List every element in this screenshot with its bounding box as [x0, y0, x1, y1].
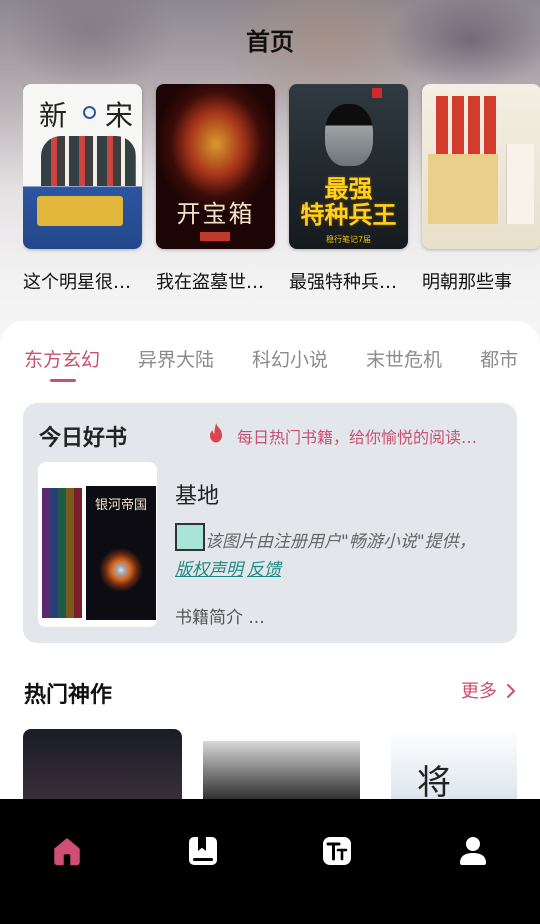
tab-urban[interactable]: 都市 — [480, 345, 518, 372]
image-placeholder — [175, 523, 205, 551]
cover-title: 开宝箱 — [176, 200, 255, 228]
book-cover[interactable]: 将 — [391, 729, 517, 809]
category-tabs[interactable]: 东方玄幻 异界大陆 科幻小说 末世危机 都市 — [24, 345, 540, 385]
bottom-nav — [0, 799, 540, 924]
cover-illustration: 银河帝国 — [42, 480, 156, 620]
cover-illustration — [325, 104, 373, 166]
hero-book-item[interactable]: 明朝那些事 — [422, 84, 540, 294]
cover-illustration — [506, 144, 534, 224]
cover-decoration — [42, 488, 50, 618]
book-cover[interactable] — [422, 84, 540, 249]
cover-band — [37, 196, 123, 226]
cover-title: 银河帝国 — [94, 498, 147, 513]
chevron-right-icon[interactable] — [505, 683, 517, 699]
page-title: 首页 — [246, 28, 294, 56]
cover-title-char: 新 — [39, 99, 68, 132]
hero-book-title[interactable]: 最强特种兵… — [289, 268, 408, 294]
cover-title-line: 特种兵王 — [300, 201, 397, 229]
bookmark-book-icon[interactable] — [187, 835, 219, 867]
cover-author: 稳行笔记7届 — [325, 235, 372, 244]
fire-icon — [210, 423, 222, 443]
hero-book-item[interactable]: 开宝箱 我在盗墓世… — [156, 84, 275, 294]
tab-scifi[interactable]: 科幻小说 — [252, 345, 328, 372]
section-title-hot: 热门神作 — [24, 683, 113, 708]
tab-otherworld[interactable]: 异界大陆 — [138, 345, 214, 372]
notice-links: 版权声明 反馈 — [175, 555, 285, 580]
hero-book-item[interactable]: 新 宋 这个明星很… — [23, 84, 142, 294]
copyright-link[interactable]: 版权声明 — [175, 560, 243, 580]
cover-badge — [83, 106, 96, 119]
cover-decoration — [74, 488, 82, 618]
cover-publisher-tag — [200, 232, 230, 241]
book-intro: 书籍简介 ... — [175, 608, 265, 628]
today-book-card[interactable]: 今日好书 每日热门书籍，给你愉悦的阅读… 银河帝国 基地 该图片由注册用户"畅游… — [23, 403, 517, 643]
book-cover[interactable]: 开宝箱 — [156, 84, 275, 249]
tab-eastern-fantasy[interactable]: 东方玄幻 — [24, 345, 100, 372]
cover-front: 银河帝国 — [86, 486, 156, 620]
book-cover[interactable]: 最强 特种兵王 稳行笔记7届 — [289, 84, 408, 249]
user-icon[interactable] — [457, 835, 489, 867]
hero-book-title[interactable]: 这个明星很… — [23, 268, 142, 294]
cover-decoration — [436, 96, 448, 156]
feedback-link[interactable]: 反馈 — [247, 560, 281, 580]
cover-decoration — [484, 96, 496, 156]
cover-decoration — [452, 96, 464, 156]
cover-illustration — [41, 136, 136, 186]
book-cover[interactable] — [23, 729, 182, 809]
today-card-title: 今日好书 — [39, 426, 128, 451]
book-cover[interactable]: 银河帝国 — [38, 462, 157, 627]
hero-book-item[interactable]: 最强 特种兵王 稳行笔记7届 最强特种兵… — [289, 84, 408, 294]
copyright-notice: 该图片由注册用户"畅游小说"提供， — [205, 532, 476, 552]
hero-book-carousel[interactable]: 新 宋 这个明星很… 开宝箱 我在盗墓世… 最强 特种兵王 稳行笔记7届 最强特… — [23, 84, 540, 304]
cover-decoration — [468, 96, 480, 156]
hero-banner: 首页 新 宋 这个明星很… 开宝箱 我在盗墓世… 最强 特种兵王 稳行笔记7届 … — [0, 0, 540, 345]
cover-title-char: 宋 — [105, 99, 134, 132]
cover-illustration — [428, 154, 498, 224]
cover-decoration — [66, 488, 74, 618]
cover-title-char: 将 — [417, 763, 451, 803]
today-book-name[interactable]: 基地 — [175, 478, 219, 510]
cover-title: 最强 特种兵王 — [289, 176, 408, 228]
active-tab-indicator — [50, 379, 76, 382]
book-cover[interactable]: 新 宋 — [23, 84, 142, 249]
hero-book-title[interactable]: 明朝那些事 — [422, 268, 540, 294]
cover-title-line: 最强 — [324, 175, 373, 203]
text-size-icon[interactable] — [321, 835, 353, 867]
home-icon[interactable] — [51, 835, 83, 867]
book-cover[interactable] — [203, 729, 360, 809]
hot-book-list[interactable]: 将 — [23, 729, 517, 809]
hero-book-title[interactable]: 我在盗墓世… — [156, 268, 275, 294]
cover-decoration — [50, 488, 58, 618]
tab-apocalypse[interactable]: 末世危机 — [366, 345, 442, 372]
cover-decoration — [58, 488, 66, 618]
more-link[interactable]: 更多 — [461, 677, 497, 703]
today-slogan: 每日热门书籍，给你愉悦的阅读… — [237, 428, 478, 447]
cover-badge — [372, 88, 382, 98]
